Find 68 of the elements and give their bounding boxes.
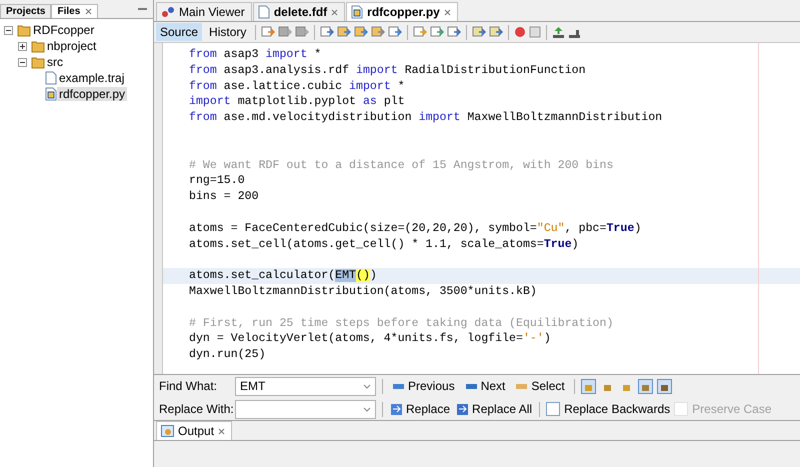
upload-icon[interactable]	[552, 26, 566, 38]
collapse-icon[interactable]	[18, 58, 27, 66]
python-file-icon	[45, 87, 57, 101]
tree-item[interactable]: src	[45, 55, 65, 69]
code-line: dyn.run(25)	[189, 348, 266, 362]
replace-icon	[390, 402, 403, 416]
code-line: from asap3.analysis.rdf import RadialDistributionFunction	[189, 64, 586, 77]
expand-icon[interactable]	[18, 42, 27, 50]
find-button[interactable]: Select	[512, 379, 568, 393]
file-icon	[258, 5, 270, 19]
view-tab[interactable]: Source	[156, 23, 202, 41]
square-icon[interactable]	[278, 25, 292, 39]
find-button[interactable]: Previous	[389, 379, 458, 393]
replace-field[interactable]	[235, 400, 376, 418]
editor-tab[interactable]: rdfcopper.py	[346, 2, 458, 21]
dropdown-icon[interactable]	[363, 406, 371, 412]
square-icon[interactable]	[371, 25, 386, 39]
collapse-icon[interactable]	[4, 26, 13, 34]
code-line: from asap3 import *	[189, 48, 322, 61]
editor-tab[interactable]: delete.fdf	[252, 2, 346, 21]
code-line: atoms.set_calculator(EMT())	[189, 269, 377, 282]
tree-item[interactable]: RDFcopper	[31, 23, 96, 37]
stop-icon[interactable]	[529, 26, 542, 38]
view-tab[interactable]: History	[205, 23, 250, 41]
close-icon[interactable]	[85, 8, 92, 15]
code-line: # We want RDF out to a distance of 15 Angstrom, with 200 bins	[189, 158, 614, 172]
option-toggle[interactable]	[638, 378, 653, 394]
option-toggle[interactable]	[580, 378, 596, 394]
dropdown-icon[interactable]	[363, 384, 371, 388]
code-line: # First, run 25 time steps before taking data (Equilibration)	[189, 316, 614, 330]
find-label: Find What:	[159, 379, 218, 393]
python-file-icon	[351, 5, 364, 19]
option-toggle[interactable]	[656, 378, 672, 394]
folder-icon	[17, 24, 31, 36]
folder-icon	[31, 56, 45, 68]
code-line: atoms.set_cell(atoms.get_cell() * 1.1, scale_atoms=True)	[189, 238, 579, 251]
replace-icon	[456, 402, 470, 416]
file-icon	[45, 71, 57, 85]
square-icon[interactable]	[295, 25, 310, 39]
molecule-icon	[161, 6, 175, 18]
close-icon[interactable]	[331, 8, 338, 16]
editor-tab[interactable]: Main Viewer	[156, 2, 252, 21]
replace-button[interactable]: Replace	[389, 402, 452, 416]
panel-tab[interactable]: Files	[51, 4, 98, 18]
code-line: import matplotlib.pyplot as plt	[189, 95, 405, 108]
tree-item[interactable]: rdfcopper.py	[57, 87, 128, 101]
option-checkbox[interactable]: Replace Backwards	[546, 402, 670, 416]
folder-icon	[31, 40, 45, 52]
code-line: atoms = FaceCenteredCubic(size=(20,20,20), symbol="Cu", pbc=True)	[189, 222, 642, 235]
panel-tab[interactable]: Projects	[0, 4, 52, 18]
code-line: from ase.lattice.cubic import *	[189, 80, 405, 93]
close-icon[interactable]	[218, 428, 226, 434]
replace-label: Replace With:	[159, 402, 231, 416]
tree-item[interactable]: example.traj	[57, 71, 126, 85]
record-icon[interactable]	[514, 26, 526, 38]
close-icon[interactable]	[444, 8, 451, 16]
find-button[interactable]: Next	[462, 379, 508, 393]
code-line: dyn = VelocityVerlet(atoms, 4*units.fs, logfile='-')	[189, 332, 551, 346]
output-tab[interactable]: Output	[156, 421, 232, 440]
tree-item[interactable]: nbproject	[45, 39, 98, 53]
document-arrow-icon[interactable]	[261, 25, 276, 39]
code-line: from ase.md.velocitydistribution import MaxwellBoltzmannDistribution	[189, 111, 662, 124]
console-icon	[161, 425, 174, 437]
code-line: bins = 200	[189, 190, 259, 204]
code-line: MaxwellBoltzmannDistribution(atoms, 3500*units.kB)	[189, 284, 537, 298]
find-field[interactable]: EMT	[235, 376, 376, 396]
code-line: rng=15.0	[189, 174, 245, 188]
replace-button[interactable]: Replace All	[455, 402, 534, 416]
